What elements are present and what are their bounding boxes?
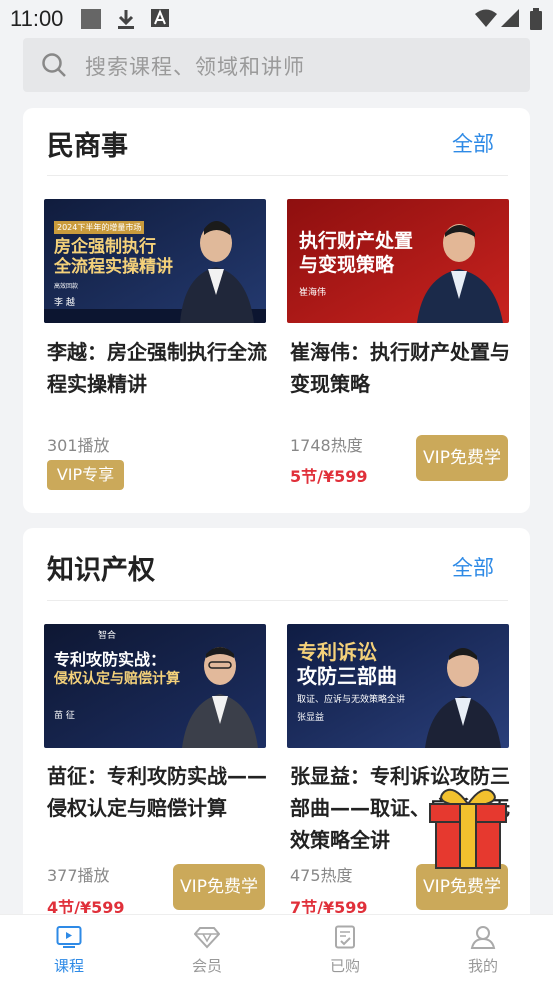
course-thumbnail[interactable]: 智合 专利攻防实战： 侵权认定与赔偿计算 苗 征 (44, 624, 266, 748)
section-divider (47, 600, 508, 601)
tab-label: 课程 (53, 957, 84, 975)
font-icon (150, 8, 170, 32)
thumb-speaker: 李 越 (54, 298, 75, 308)
vip-free-learn-button[interactable]: VIP免费学 (173, 864, 265, 910)
tab-label: 会员 (191, 957, 222, 975)
search-area: 搜索课程、领域和讲师 (0, 36, 553, 108)
course-price: 5节/¥599 (290, 467, 368, 486)
course-meta: 377播放 (47, 866, 110, 885)
course-thumbnail[interactable]: 2024下半年的增量市场 房企强制执行 全流程实操精讲 高效回款 李 越 (44, 199, 266, 323)
course-meta: 475热度 (290, 866, 353, 885)
section-title: 知识产权 (47, 555, 155, 586)
course-thumbnail[interactable]: 执行财产处置 与变现策略 崔海伟 (287, 199, 509, 323)
thumb-tag: 2024下半年的增量市场 (54, 221, 145, 234)
thumb-headline: 侵权认定与赔偿计算 (54, 671, 180, 687)
course-price: 7节/¥599 (290, 898, 368, 914)
tab-label: 我的 (467, 957, 498, 975)
tab-purchased[interactable]: 已购 (276, 915, 414, 985)
search-placeholder: 搜索课程、领域和讲师 (85, 55, 305, 79)
course-title[interactable]: 苗征：专利攻防实战——侵权认定与赔偿计算 (47, 760, 269, 824)
thumb-speaker: 苗 征 (54, 711, 75, 721)
gift-icon[interactable] (424, 782, 512, 872)
vip-free-learn-button[interactable]: VIP免费学 (416, 435, 508, 481)
battery-icon (530, 8, 542, 34)
search-input[interactable]: 搜索课程、领域和讲师 (23, 38, 530, 92)
search-icon (41, 52, 67, 82)
course-meta: 301播放 (47, 436, 110, 455)
purchased-icon (335, 925, 355, 949)
course-thumbnail[interactable]: 专利诉讼 攻防三部曲 取证、应诉与无效策略全讲 张显益 (287, 624, 509, 748)
thumb-chip: 高效回款 (54, 283, 79, 290)
bottom-tab-bar: 课程 会员 已购 我的 (0, 914, 553, 985)
tab-label: 已购 (329, 957, 360, 975)
course-icon (56, 926, 82, 948)
section-card-civil-commercial: 民商事 全部 2024下半年的增量市场 房企强制执行 全流程实操精讲 高效回款 … (23, 108, 530, 513)
course-meta: 1748热度 (290, 436, 363, 455)
thumb-subtitle: 取证、应诉与无效策略全讲 (297, 695, 406, 705)
tab-membership[interactable]: 会员 (138, 915, 276, 985)
signal-icon (500, 8, 520, 32)
app-notification-icon (80, 8, 102, 34)
course-price: 4节/¥599 (47, 898, 125, 914)
course-title[interactable]: 崔海伟：执行财产处置与变现策略 (290, 336, 512, 400)
vip-exclusive-badge: VIP专享 (47, 460, 124, 490)
wifi-icon (474, 8, 498, 32)
thumb-headline: 攻防三部曲 (297, 664, 397, 688)
thumb-headline: 全流程实操精讲 (54, 257, 173, 277)
tab-mine[interactable]: 我的 (414, 915, 552, 985)
thumb-headline: 专利攻防实战： (54, 650, 167, 669)
tab-course[interactable]: 课程 (0, 915, 138, 985)
thumb-brand: 智合 (98, 631, 117, 641)
thumb-headline: 与变现策略 (299, 254, 395, 276)
thumb-headline: 专利诉讼 (297, 640, 377, 664)
thumb-headline: 执行财产处置 (299, 230, 414, 252)
section-title: 民商事 (47, 131, 128, 162)
status-time: 11:00 (10, 6, 64, 31)
thumb-speaker: 张显益 (297, 713, 325, 723)
profile-icon (470, 926, 496, 949)
download-icon (115, 8, 137, 34)
section-all-link[interactable]: 全部 (452, 552, 494, 582)
section-divider (47, 175, 508, 176)
status-bar: 11:00 (0, 0, 553, 36)
section-all-link[interactable]: 全部 (452, 128, 494, 158)
course-title[interactable]: 李越：房企强制执行全流程实操精讲 (47, 336, 269, 400)
diamond-icon (194, 927, 220, 949)
thumb-headline: 房企强制执行 (54, 237, 156, 257)
thumb-speaker: 崔海伟 (299, 288, 327, 298)
